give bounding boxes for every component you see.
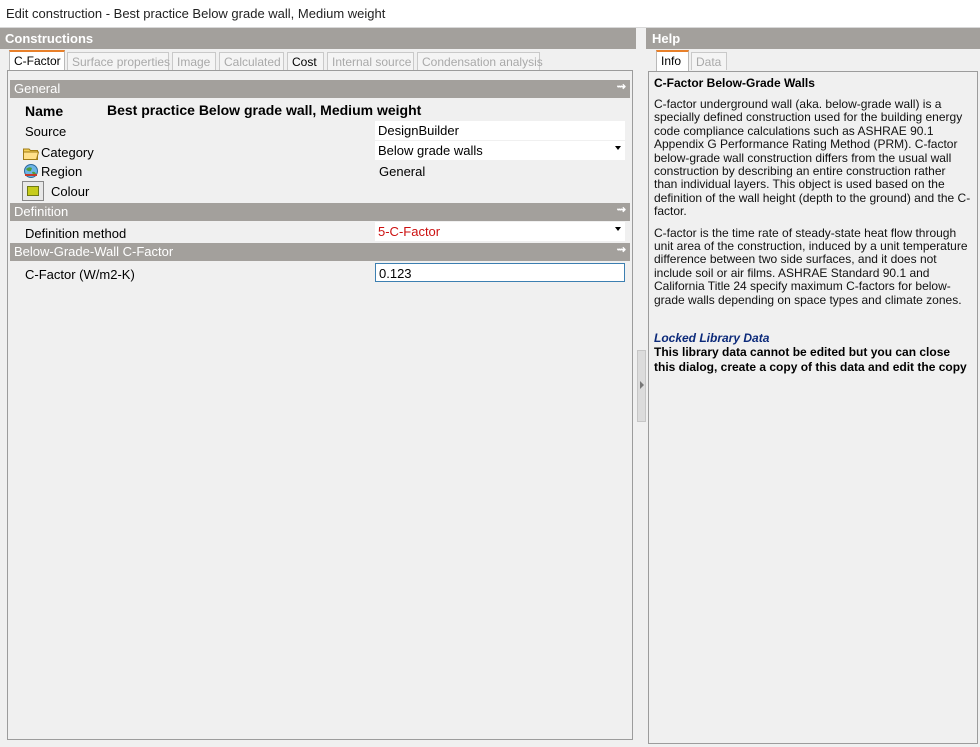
- constructions-title: Constructions: [5, 31, 94, 46]
- cfactor-label: C-Factor (W/m2-K): [25, 267, 135, 282]
- help-panel: C-Factor Below-Grade Walls C-factor unde…: [648, 71, 978, 744]
- locked-library-text: This library data cannot be edited but y…: [654, 345, 967, 375]
- colour-label: Colour: [51, 184, 90, 199]
- tab-info[interactable]: Info: [656, 50, 689, 71]
- source-label: Source: [25, 124, 67, 139]
- tab-image[interactable]: Image: [172, 52, 216, 70]
- category-label: Category: [41, 145, 94, 160]
- tab-surface-properties[interactable]: Surface properties: [67, 52, 170, 70]
- help-tabstrip: Info Data: [646, 49, 980, 71]
- tab-cost[interactable]: Cost: [287, 52, 324, 70]
- tab-calculated[interactable]: Calculated: [219, 52, 284, 70]
- definition-method-value: 5-C-Factor: [378, 224, 441, 239]
- dropdown-arrow-icon[interactable]: [615, 146, 621, 150]
- splitter-arrow-icon[interactable]: [640, 381, 644, 389]
- double-chevron-up-icon[interactable]: ⇝: [617, 203, 626, 216]
- region-globe-icon: [24, 164, 38, 178]
- tab-internal-source[interactable]: Internal source: [327, 52, 414, 70]
- help-heading: C-Factor Below-Grade Walls: [654, 76, 815, 90]
- name-value: Best practice Below grade wall, Medium w…: [107, 102, 422, 118]
- double-chevron-up-icon[interactable]: ⇝: [617, 80, 626, 93]
- double-chevron-up-icon[interactable]: ⇝: [617, 243, 626, 256]
- tab-c-factor[interactable]: C-Factor: [9, 50, 65, 71]
- tab-data[interactable]: Data: [691, 52, 727, 70]
- name-label: Name: [25, 103, 64, 119]
- help-title: Help: [652, 31, 681, 46]
- category-value: Below grade walls: [378, 143, 483, 158]
- dropdown-arrow-icon[interactable]: [615, 227, 621, 231]
- construction-properties-panel: General ⇝ Name Best practice Below grade…: [7, 70, 633, 740]
- constructions-header: Constructions: [0, 28, 636, 49]
- section-definition-title: Definition: [14, 204, 69, 219]
- folder-icon: [23, 148, 39, 160]
- definition-method-label: Definition method: [25, 226, 127, 241]
- help-header: Help: [646, 28, 980, 49]
- section-general-header[interactable]: General ⇝: [10, 80, 630, 98]
- splitter-handle[interactable]: [637, 350, 646, 422]
- region-value: General: [379, 164, 426, 179]
- locked-library-title: Locked Library Data: [654, 331, 770, 346]
- cfactor-input[interactable]: 0.123: [375, 263, 625, 282]
- window-titlebar: Edit construction - Best practice Below …: [0, 0, 980, 28]
- definition-method-select[interactable]: 5-C-Factor: [375, 222, 625, 241]
- section-definition-header[interactable]: Definition ⇝: [10, 203, 630, 221]
- section-cfactor-title: Below-Grade-Wall C-Factor: [14, 244, 174, 259]
- source-value: DesignBuilder: [375, 121, 625, 140]
- region-label: Region: [41, 164, 83, 179]
- panel-splitter[interactable]: [636, 28, 646, 747]
- section-general-title: General: [14, 81, 61, 96]
- window-title: Edit construction - Best practice Below …: [6, 6, 386, 21]
- colour-swatch[interactable]: [22, 181, 44, 201]
- section-cfactor-header[interactable]: Below-Grade-Wall C-Factor ⇝: [10, 243, 630, 261]
- help-paragraph-2: C-factor is the time rate of steady-stat…: [654, 225, 968, 307]
- tab-condensation-analysis[interactable]: Condensation analysis: [417, 52, 543, 70]
- help-paragraph-1: C-factor underground wall (aka. below-gr…: [654, 97, 971, 219]
- constructions-tabstrip: C-Factor Surface properties Image Calcul…: [0, 49, 636, 71]
- help-content: C-Factor Below-Grade Walls C-factor unde…: [649, 72, 977, 743]
- category-select[interactable]: Below grade walls: [375, 141, 625, 160]
